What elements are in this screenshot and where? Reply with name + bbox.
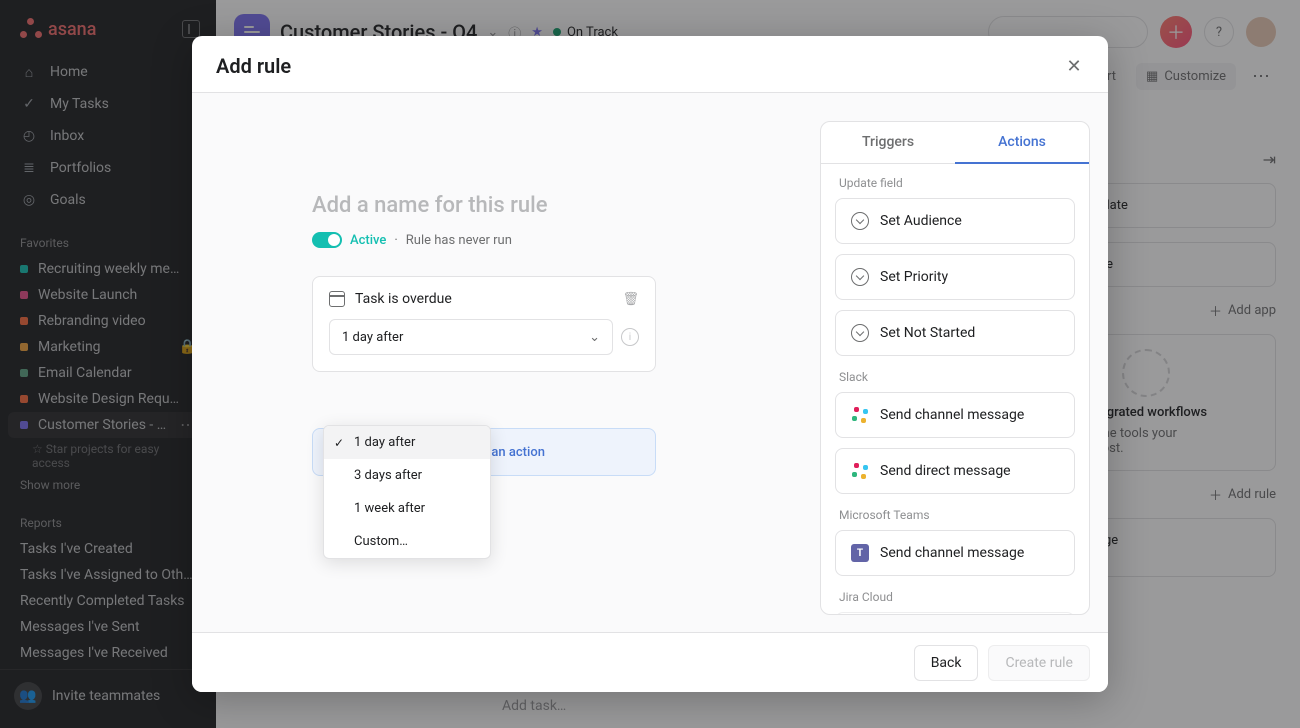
status-separator: · [394, 233, 397, 248]
action-label: Set Priority [880, 269, 948, 285]
tab-actions[interactable]: Actions [955, 122, 1089, 164]
calendar-icon [329, 291, 345, 307]
action-jira-create[interactable]: Create new issue [835, 612, 1075, 614]
action-label: Send channel message [880, 407, 1024, 423]
modal-header: Add rule ✕ [192, 36, 1108, 92]
field-icon [850, 323, 870, 343]
add-rule-modal: Add rule ✕ Add a name for this rule Acti… [192, 36, 1108, 692]
dropdown-option[interactable]: Custom… [324, 525, 490, 558]
action-set-audience[interactable]: Set Audience [835, 198, 1075, 244]
modal-title: Add rule [216, 54, 291, 78]
teams-icon: T [850, 543, 870, 563]
trigger-header: Task is overdue 🗑 [329, 291, 639, 307]
dropdown-option-label: 3 days after [354, 468, 422, 483]
picker-tabs: Triggers Actions [821, 122, 1089, 164]
create-rule-button[interactable]: Create rule [988, 645, 1090, 681]
rule-canvas: Add a name for this rule Active · Rule h… [192, 93, 820, 632]
dropdown-option[interactable]: 1 week after [324, 492, 490, 525]
group-label-update-field: Update field [835, 172, 1075, 198]
chevron-down-icon: ⌄ [589, 330, 600, 345]
delay-dropdown: 1 day after 3 days after 1 week after Cu… [323, 425, 491, 559]
delay-select[interactable]: 1 day after ⌄ [329, 319, 613, 355]
action-slack-channel[interactable]: Send channel message [835, 392, 1075, 438]
delay-select-value: 1 day after [342, 330, 403, 345]
tab-triggers[interactable]: Triggers [821, 122, 955, 163]
rule-name-input[interactable]: Add a name for this rule [312, 193, 780, 218]
group-label-slack: Slack [835, 366, 1075, 392]
trigger-card[interactable]: Task is overdue 🗑 1 day after ⌄ i [312, 276, 656, 372]
dropdown-option[interactable]: 3 days after [324, 459, 490, 492]
group-label-teams: Microsoft Teams [835, 504, 1075, 530]
action-picker-panel: Triggers Actions Update field Set Audien… [820, 121, 1090, 615]
field-icon [850, 267, 870, 287]
delay-select-row: 1 day after ⌄ i [329, 319, 639, 355]
actions-list: Update field Set Audience Set Priority S… [821, 164, 1089, 614]
modal-body: Add a name for this rule Active · Rule h… [192, 93, 1108, 632]
dropdown-option[interactable]: 1 day after [324, 426, 490, 459]
info-icon[interactable]: i [621, 328, 639, 346]
dropdown-option-label: Custom… [354, 534, 408, 549]
active-text: Active [350, 233, 386, 248]
dropdown-option-label: 1 day after [354, 435, 415, 450]
action-teams-channel[interactable]: T Send channel message [835, 530, 1075, 576]
never-run-text: Rule has never run [406, 233, 512, 248]
field-icon [850, 211, 870, 231]
action-label: Set Not Started [880, 325, 975, 341]
action-label: Set Audience [880, 213, 962, 229]
active-toggle[interactable] [312, 232, 342, 248]
modal-footer: Back Create rule [192, 632, 1108, 692]
rule-status-row: Active · Rule has never run [312, 232, 780, 248]
back-button[interactable]: Back [914, 645, 979, 681]
group-label-jira: Jira Cloud [835, 586, 1075, 612]
action-set-priority[interactable]: Set Priority [835, 254, 1075, 300]
action-label: Send channel message [880, 545, 1024, 561]
dropdown-option-label: 1 week after [354, 501, 425, 516]
slack-icon [850, 405, 870, 425]
action-slack-dm[interactable]: Send direct message [835, 448, 1075, 494]
trigger-label: Task is overdue [355, 291, 452, 307]
slack-icon [850, 461, 870, 481]
trash-icon[interactable]: 🗑 [622, 292, 639, 307]
close-icon[interactable]: ✕ [1064, 56, 1084, 76]
action-label: Send direct message [880, 463, 1011, 479]
action-set-not-started[interactable]: Set Not Started [835, 310, 1075, 356]
